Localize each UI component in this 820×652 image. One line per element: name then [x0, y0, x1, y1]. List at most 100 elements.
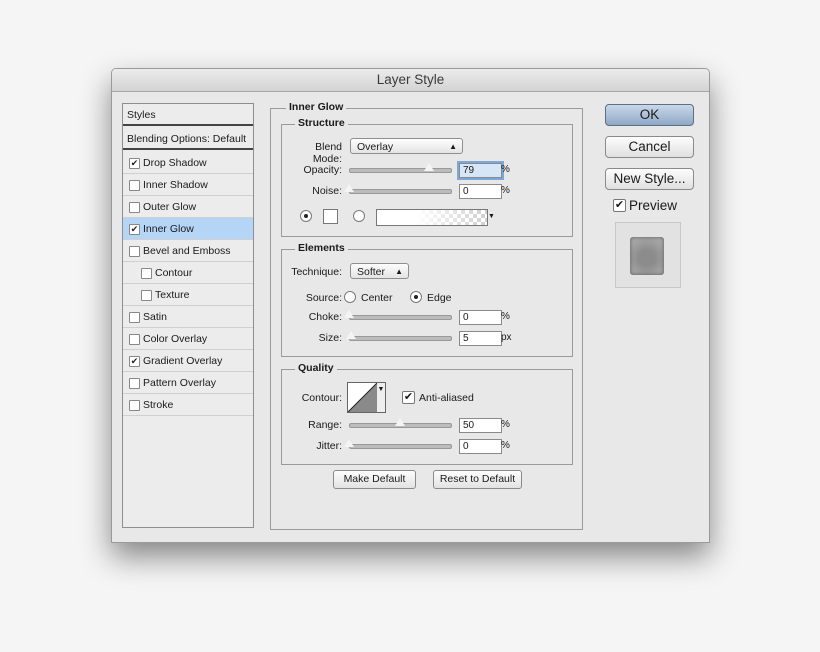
- cancel-button[interactable]: Cancel: [605, 136, 694, 158]
- style-item-inner-glow[interactable]: ✔ Inner Glow: [123, 218, 253, 240]
- style-item-gradient-overlay[interactable]: ✔ Gradient Overlay: [123, 350, 253, 372]
- styles-header-label: Styles: [127, 109, 156, 121]
- style-checkbox[interactable]: [129, 202, 140, 213]
- anti-aliased-label: Anti-aliased: [419, 392, 474, 404]
- style-item-bevel-and-emboss[interactable]: Bevel and Emboss: [123, 240, 253, 262]
- make-default-button[interactable]: Make Default: [333, 470, 416, 489]
- inner-glow-title: Inner Glow: [286, 101, 347, 113]
- style-item-label: Bevel and Emboss: [143, 245, 231, 257]
- technique-select[interactable]: Softer ▲: [350, 263, 409, 279]
- size-slider[interactable]: [349, 336, 452, 341]
- blend-mode-select[interactable]: Overlay ▲: [350, 138, 463, 154]
- style-item-inner-shadow[interactable]: Inner Shadow: [123, 174, 253, 196]
- jitter-input[interactable]: 0: [459, 439, 502, 454]
- jitter-label: Jitter:: [316, 440, 342, 452]
- gradient-dropdown-icon[interactable]: ▼: [488, 209, 495, 224]
- styles-panel: Styles Blending Options: Default ✔ Drop S…: [122, 103, 254, 528]
- style-checkbox[interactable]: [129, 334, 140, 345]
- style-item-color-overlay[interactable]: Color Overlay: [123, 328, 253, 350]
- noise-slider[interactable]: [349, 189, 452, 194]
- preview-swatch: [630, 237, 664, 275]
- style-checkbox[interactable]: ✔: [129, 158, 140, 169]
- blend-mode-value: Overlay: [357, 141, 394, 153]
- contour-label: Contour:: [301, 392, 342, 404]
- blending-options-label: Blending Options: Default: [127, 133, 247, 145]
- preview-label: Preview: [629, 198, 678, 213]
- blending-options-item[interactable]: Blending Options: Default: [123, 128, 253, 150]
- blend-mode-label: Blend Mode:: [312, 141, 342, 165]
- style-checkbox[interactable]: [129, 400, 140, 411]
- choke-slider[interactable]: [349, 315, 452, 320]
- choke-input[interactable]: 0: [459, 310, 502, 325]
- style-preview-thumbnail: [615, 222, 681, 288]
- style-item-label: Satin: [143, 311, 167, 323]
- jitter-slider[interactable]: [349, 444, 452, 449]
- window-title: Layer Style: [112, 69, 709, 92]
- style-item-label: Contour: [155, 267, 193, 279]
- style-item-outer-glow[interactable]: Outer Glow: [123, 196, 253, 218]
- anti-aliased-checkbox[interactable]: ✔: [402, 391, 415, 404]
- jitter-slider-thumb[interactable]: [343, 438, 355, 448]
- elements-title: Elements: [295, 242, 348, 254]
- style-checkbox[interactable]: ✔: [129, 224, 140, 235]
- gradient-radio[interactable]: [353, 210, 365, 222]
- style-checkbox[interactable]: [141, 290, 152, 301]
- style-item-contour[interactable]: Contour: [123, 262, 253, 284]
- style-checkbox[interactable]: [129, 180, 140, 191]
- opacity-slider-thumb[interactable]: [422, 162, 435, 172]
- size-slider-thumb[interactable]: [345, 330, 358, 340]
- range-input[interactable]: 50: [459, 418, 502, 433]
- noise-slider-thumb[interactable]: [343, 183, 355, 193]
- opacity-slider[interactable]: [349, 168, 452, 173]
- source-label: Source:: [305, 292, 342, 304]
- solid-color-radio[interactable]: [300, 210, 312, 222]
- range-slider-thumb[interactable]: [393, 417, 406, 427]
- size-label: Size:: [318, 332, 342, 344]
- contour-picker[interactable]: [347, 382, 378, 413]
- size-unit: px: [501, 332, 512, 343]
- source-edge-label: Edge: [427, 292, 452, 304]
- style-checkbox[interactable]: [129, 246, 140, 257]
- style-item-stroke[interactable]: Stroke: [123, 394, 253, 416]
- source-center-label: Center: [361, 292, 393, 304]
- preview-checkbox[interactable]: ✔: [613, 199, 626, 212]
- style-item-drop-shadow[interactable]: ✔ Drop Shadow: [123, 152, 253, 174]
- technique-value: Softer: [357, 266, 386, 278]
- source-edge-radio[interactable]: [410, 291, 422, 303]
- jitter-unit: %: [501, 440, 510, 451]
- style-item-pattern-overlay[interactable]: Pattern Overlay: [123, 372, 253, 394]
- structure-title: Structure: [295, 117, 348, 129]
- style-checkbox[interactable]: [141, 268, 152, 279]
- ok-button[interactable]: OK: [605, 104, 694, 126]
- opacity-input[interactable]: 79: [459, 163, 502, 178]
- select-arrows-icon: ▲: [395, 267, 403, 276]
- choke-slider-thumb[interactable]: [343, 309, 355, 319]
- size-input[interactable]: 5: [459, 331, 502, 346]
- color-swatch[interactable]: [323, 209, 338, 224]
- style-item-label: Gradient Overlay: [143, 355, 223, 367]
- noise-label: Noise:: [312, 185, 342, 197]
- new-style-button[interactable]: New Style...: [605, 168, 694, 190]
- opacity-unit: %: [501, 164, 510, 175]
- style-item-label: Inner Glow: [143, 223, 194, 235]
- contour-dropdown-icon[interactable]: ▼: [377, 382, 386, 413]
- style-checkbox[interactable]: [129, 378, 140, 389]
- style-item-label: Texture: [155, 289, 190, 301]
- style-checkbox[interactable]: [129, 312, 140, 323]
- select-arrows-icon: ▲: [449, 142, 457, 151]
- styles-header[interactable]: Styles: [123, 104, 253, 126]
- contour-curve-icon: [348, 383, 377, 412]
- gradient-picker[interactable]: [376, 209, 488, 226]
- style-item-satin[interactable]: Satin: [123, 306, 253, 328]
- reset-to-default-button[interactable]: Reset to Default: [433, 470, 522, 489]
- style-item-label: Color Overlay: [143, 333, 208, 345]
- noise-input[interactable]: 0: [459, 184, 502, 199]
- range-label: Range:: [308, 419, 342, 431]
- choke-label: Choke:: [308, 311, 342, 323]
- style-checkbox[interactable]: ✔: [129, 356, 140, 367]
- style-item-texture[interactable]: Texture: [123, 284, 253, 306]
- source-center-radio[interactable]: [344, 291, 356, 303]
- layer-style-dialog: Layer Style Styles Blending Options: Def…: [111, 68, 710, 543]
- technique-label: Technique:: [291, 266, 342, 278]
- style-item-label: Inner Shadow: [143, 179, 208, 191]
